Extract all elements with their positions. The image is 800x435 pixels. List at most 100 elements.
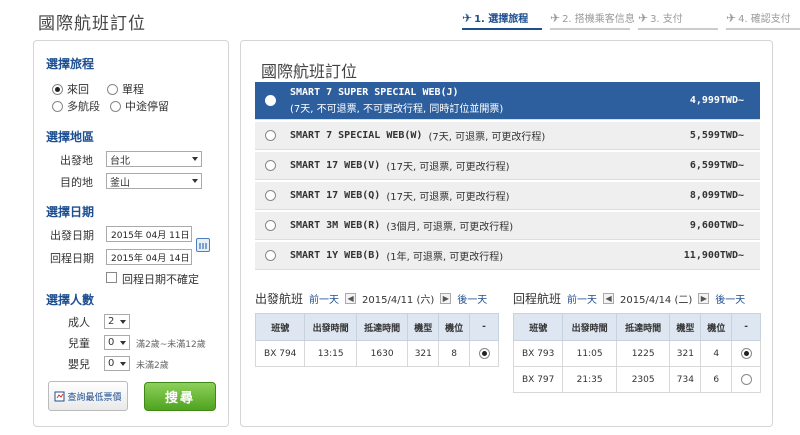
adult-count-value: 2 <box>108 316 115 327</box>
chevron-left-icon[interactable]: ◀ <box>603 293 615 304</box>
depart-date-label: 出發日期 <box>50 229 94 242</box>
fare-option[interactable]: SMART 3M WEB(R) (3個月, 可退票, 可更改行程) 9,600T… <box>255 212 760 240</box>
trip-stopover-option[interactable]: 中途停留 <box>110 98 169 114</box>
select-cell <box>469 340 499 367</box>
outbound-next-day-link[interactable]: 後一天 <box>457 291 487 306</box>
select-cell <box>731 340 761 367</box>
lowest-fare-button[interactable]: 查詢最低票價 <box>48 381 128 411</box>
inbound-header: 回程航班 前一天 ◀ 2015/4/14 (二) ▶ 後一天 <box>513 290 745 307</box>
step-confirm: ✈ 4. 確認支付 <box>726 10 800 30</box>
return-date-input[interactable]: 2015年 04月 14日 <box>106 249 192 265</box>
radio-icon[interactable] <box>740 374 752 385</box>
column-header: 出發時間 <box>562 313 617 341</box>
depart-date-input[interactable]: 2015年 04月 11日 <box>106 226 192 242</box>
column-header: 抵達時間 <box>615 313 671 341</box>
infant-label: 嬰兒 <box>68 358 90 371</box>
column-header: - <box>731 313 761 341</box>
inbound-table: 班號 出發時間 抵達時間 機型 機位 - BX 793 11:05 1225 3… <box>512 313 761 393</box>
calendar-icon[interactable] <box>196 238 210 252</box>
seat-count: 8 <box>438 340 471 367</box>
inbound-next-day-link[interactable]: 後一天 <box>715 291 745 306</box>
radio-icon[interactable] <box>265 219 276 231</box>
fare-price: 6,599TWD~ <box>689 160 744 171</box>
outbound-title: 出發航班 <box>255 292 304 306</box>
table-row[interactable]: BX 797 21:35 2305 734 6 <box>512 366 761 393</box>
infant-count-value: 0 <box>108 358 115 369</box>
column-header: 機型 <box>669 313 702 341</box>
radio-icon[interactable] <box>265 189 276 201</box>
fare-desc: (3個月, 可退票, 可更改行程) <box>386 222 514 233</box>
radio-icon[interactable] <box>265 159 276 171</box>
chevron-right-icon[interactable]: ▶ <box>698 293 710 304</box>
radio-icon[interactable] <box>265 94 276 106</box>
chevron-down-icon <box>120 341 126 345</box>
radio-icon[interactable] <box>52 83 63 95</box>
destination-select[interactable]: 釜山 <box>106 173 202 189</box>
search-button[interactable]: 搜尋 <box>144 382 216 411</box>
return-unsure-label: 回程日期不確定 <box>122 273 199 286</box>
origin-select[interactable]: 台北 <box>106 151 202 167</box>
outbound-table: 班號 出發時間 抵達時間 機型 機位 - BX 794 13:15 1630 3… <box>254 313 499 367</box>
departure-time: 21:35 <box>562 366 617 393</box>
fare-name: SMART 1Y WEB(B) <box>290 250 381 261</box>
radio-icon[interactable] <box>265 129 276 141</box>
table-row[interactable]: BX 794 13:15 1630 321 8 <box>254 340 499 367</box>
trip-oneway-option[interactable]: 單程 <box>107 81 144 97</box>
origin-label: 出發地 <box>60 154 93 167</box>
fare-desc: (17天, 可退票, 可更改行程) <box>386 192 510 203</box>
adult-count-select[interactable]: 2 <box>104 314 130 329</box>
fare-name: SMART 17 WEB(V) <box>290 160 381 171</box>
main-title: 國際航班訂位 <box>261 62 358 81</box>
outbound-prev-day-link[interactable]: 前一天 <box>309 291 339 306</box>
fare-name: SMART 7 SPECIAL WEB(W) <box>290 130 423 141</box>
chevron-right-icon[interactable]: ▶ <box>440 293 452 304</box>
radio-icon[interactable] <box>740 348 752 359</box>
fare-option[interactable]: SMART 7 SUPER SPECIAL WEB(J) (7天, 不可退票, … <box>255 82 760 120</box>
chevron-left-icon[interactable]: ◀ <box>345 293 357 304</box>
pax-title: 選擇人數 <box>46 293 95 307</box>
radio-icon[interactable] <box>265 249 276 261</box>
fare-price: 11,900TWD~ <box>683 250 744 261</box>
fare-name: SMART 7 SUPER SPECIAL WEB(J) <box>290 86 459 98</box>
progress-steps: ✈ 1. 選擇旅程 ✈ 2. 搭機乘客信息 ✈ 3. 支付 ✈ 4. 確認支付 <box>462 10 800 30</box>
child-age-note: 滿2歲~未滿12歲 <box>136 340 206 350</box>
infant-count-select[interactable]: 0 <box>104 356 130 371</box>
flight-number: BX 797 <box>512 366 564 393</box>
fare-desc: (7天, 不可退票, 不可更改行程, 同時訂位並開票) <box>290 103 504 115</box>
fare-option[interactable]: SMART 17 WEB(V) (17天, 可退票, 可更改行程) 6,599T… <box>255 152 760 180</box>
return-unsure-checkbox[interactable] <box>106 272 117 283</box>
table-row[interactable]: BX 793 11:05 1225 321 4 <box>512 340 761 367</box>
dates-title: 選擇日期 <box>46 205 95 219</box>
chevron-down-icon <box>120 362 126 366</box>
lowest-fare-icon <box>54 391 65 401</box>
radio-icon[interactable] <box>52 100 63 112</box>
arrival-time: 2305 <box>615 366 671 393</box>
fare-option[interactable]: SMART 7 SPECIAL WEB(W) (7天, 可退票, 可更改行程) … <box>255 122 760 150</box>
trip-type-title: 選擇旅程 <box>46 57 95 71</box>
radio-icon[interactable] <box>478 348 490 359</box>
flight-number: BX 793 <box>512 340 564 367</box>
child-count-select[interactable]: 0 <box>104 335 130 350</box>
seat-count: 6 <box>700 366 733 393</box>
aircraft-type: 321 <box>669 340 702 367</box>
plane-icon: ✈ <box>638 10 649 25</box>
outbound-date: 2015/4/11 (六) <box>362 295 435 306</box>
fare-option[interactable]: SMART 17 WEB(Q) (17天, 可退票, 可更改行程) 8,099T… <box>255 182 760 210</box>
chevron-down-icon <box>120 320 126 324</box>
trip-multicity-option[interactable]: 多航段 <box>52 98 100 114</box>
destination-label: 目的地 <box>60 176 93 189</box>
radio-icon[interactable] <box>110 100 121 112</box>
arrival-time: 1630 <box>355 340 409 367</box>
inbound-title: 回程航班 <box>513 292 562 306</box>
inbound-prev-day-link[interactable]: 前一天 <box>567 291 597 306</box>
table-header-row: 班號 出發時間 抵達時間 機型 機位 - <box>254 313 499 341</box>
column-header: 出發時間 <box>304 313 357 341</box>
child-label: 兒童 <box>68 337 90 350</box>
radio-icon[interactable] <box>107 83 118 95</box>
child-count-value: 0 <box>108 337 115 348</box>
step-payment: ✈ 3. 支付 <box>638 10 718 30</box>
outbound-header: 出發航班 前一天 ◀ 2015/4/11 (六) ▶ 後一天 <box>255 290 487 307</box>
trip-roundtrip-option[interactable]: 來回 <box>52 81 89 97</box>
column-header: 班號 <box>512 313 564 341</box>
fare-option[interactable]: SMART 1Y WEB(B) (1年, 可退票, 可更改行程) 11,900T… <box>255 242 760 270</box>
